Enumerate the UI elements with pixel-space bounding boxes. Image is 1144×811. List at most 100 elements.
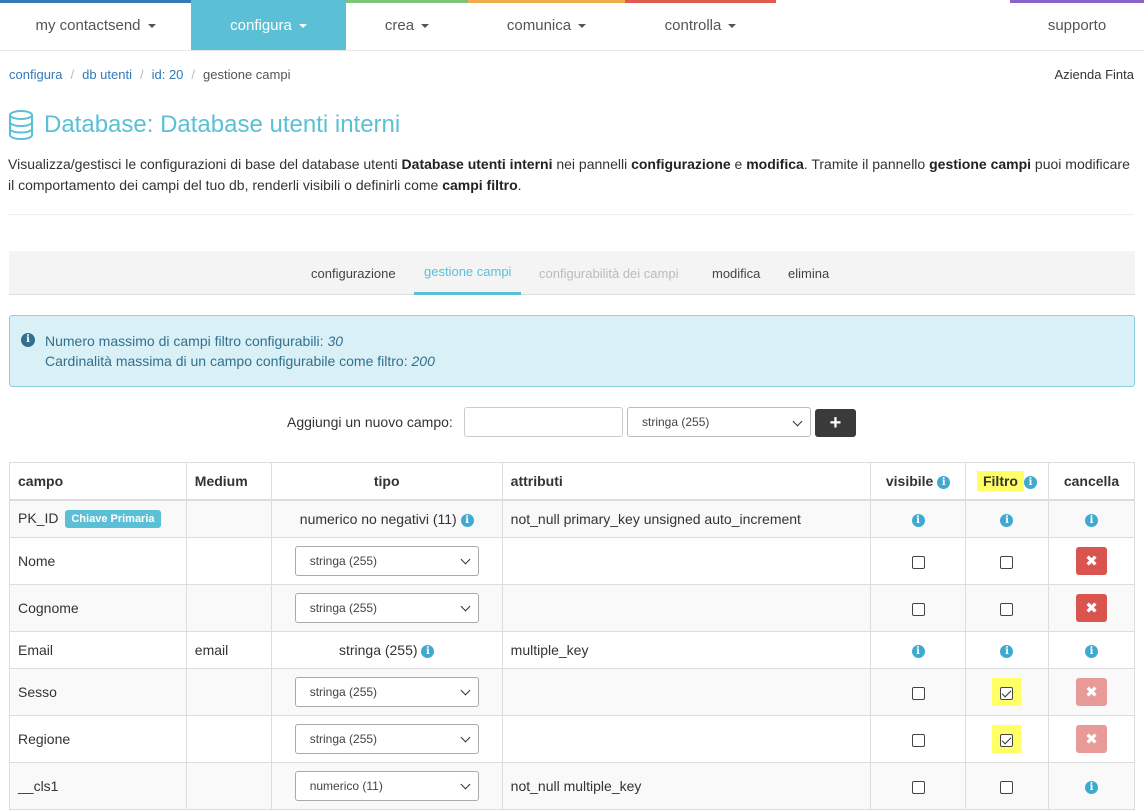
cell-cancella: i: [1047, 631, 1136, 669]
nav-label: comunica: [506, 16, 572, 34]
table-row: Regione stringa (255) ✖: [9, 715, 1136, 763]
tab-configurabilita-campi: configurabilità dei campi: [539, 265, 679, 281]
info-icon[interactable]: i: [1023, 475, 1037, 489]
cell-cancella: ✖: [1047, 537, 1136, 585]
field-type-select[interactable]: stringa (255): [294, 593, 479, 623]
info-icon[interactable]: i: [460, 513, 474, 527]
nav-color-bar: [191, 0, 346, 3]
info-icon: i: [21, 333, 35, 347]
table-row: Sesso stringa (255) ✖: [9, 668, 1136, 716]
breadcrumb-id[interactable]: id: 20: [152, 67, 184, 82]
visible-checkbox[interactable]: [911, 602, 925, 616]
col-header-tipo: tipo: [270, 462, 503, 501]
col-header-cancella: cancella: [1047, 462, 1136, 501]
info-line-max-filters: Numero massimo di campi filtro configura…: [45, 333, 343, 349]
field-type-select[interactable]: stringa (255): [294, 546, 479, 576]
caret-down-icon: [578, 24, 587, 28]
filter-checkbox[interactable]: [1000, 555, 1014, 569]
page-title: Database: Database utenti interni: [44, 111, 401, 138]
tab-configurazione[interactable]: configurazione: [311, 251, 396, 295]
cell-attributi: [501, 584, 872, 632]
delete-button-disabled: ✖: [1075, 678, 1107, 706]
tab-gestione-campi[interactable]: gestione campi: [414, 251, 522, 295]
nav-my-contactsend[interactable]: my contactsend: [0, 0, 191, 50]
col-header-campo: campo: [9, 462, 187, 501]
info-icon[interactable]: i: [1084, 644, 1098, 658]
nav-configura[interactable]: configura: [191, 0, 346, 50]
info-icon[interactable]: i: [1000, 513, 1014, 527]
desc-bold: Database utenti interni: [401, 156, 553, 172]
field-type-select[interactable]: stringa (255): [294, 724, 479, 754]
subtabs-bar: configurazione gestione campi configurab…: [9, 251, 1135, 295]
filter-highlight: [992, 678, 1022, 706]
cell-campo: PK_ID Chiave Primaria: [9, 499, 187, 538]
filter-checkbox[interactable]: [1000, 733, 1014, 747]
cell-visibile: i: [870, 499, 967, 538]
tab-elimina[interactable]: elimina: [788, 251, 829, 295]
nav-crea[interactable]: crea: [346, 0, 468, 50]
filter-checkbox[interactable]: [1000, 780, 1014, 794]
info-value: 30: [327, 333, 344, 349]
cell-tipo: stringa (255): [270, 715, 503, 763]
new-field-name-input[interactable]: [464, 407, 623, 437]
info-icon[interactable]: i: [937, 475, 951, 489]
nav-color-bar: [625, 0, 776, 3]
nav-controlla[interactable]: controlla: [625, 0, 776, 50]
cell-cancella: ✖: [1047, 715, 1136, 763]
cell-attributi: [501, 537, 872, 585]
cell-medium: [185, 584, 272, 632]
nav-label: crea: [384, 16, 415, 34]
table-row: Email email stringa (255) i multiple_key…: [9, 631, 1136, 669]
nav-color-bar: [468, 0, 625, 3]
breadcrumb-db-utenti[interactable]: db utenti: [82, 67, 132, 82]
breadcrumb-separator: /: [70, 67, 75, 82]
delete-button[interactable]: ✖: [1075, 594, 1107, 622]
nav-color-bar: [1010, 0, 1144, 3]
field-type-select[interactable]: numerico (11): [294, 771, 479, 801]
nav-supporto[interactable]: supporto: [1010, 0, 1144, 50]
tab-modifica[interactable]: modifica: [712, 251, 760, 295]
desc-bold: gestione campi: [929, 156, 1032, 172]
add-field-button[interactable]: +: [815, 409, 856, 437]
info-icon[interactable]: i: [1000, 644, 1014, 658]
cell-cancella: i: [1047, 762, 1136, 810]
info-icon[interactable]: i: [1084, 513, 1098, 527]
visible-checkbox[interactable]: [911, 686, 925, 700]
visible-checkbox[interactable]: [911, 733, 925, 747]
cell-filtro: i: [965, 631, 1049, 669]
delete-button[interactable]: ✖: [1075, 547, 1107, 575]
field-type-select[interactable]: stringa (255): [294, 677, 479, 707]
info-icon[interactable]: i: [1084, 780, 1098, 794]
select-value: stringa (255): [642, 415, 710, 429]
cell-visibile: [870, 584, 967, 632]
cell-attributi: multiple_key: [501, 631, 872, 669]
select-value: stringa (255): [309, 732, 378, 746]
info-icon[interactable]: i: [911, 513, 925, 527]
close-icon: ✖: [1085, 684, 1098, 701]
cell-campo: Cognome: [9, 584, 187, 632]
new-field-type-select[interactable]: stringa (255): [627, 407, 811, 437]
info-icon[interactable]: i: [911, 644, 925, 658]
cell-medium: [185, 537, 272, 585]
caret-down-icon: [298, 24, 307, 28]
plus-icon: +: [829, 411, 842, 434]
cell-tipo: numerico no negativi (11) i: [270, 499, 503, 538]
visible-checkbox[interactable]: [911, 555, 925, 569]
visible-checkbox[interactable]: [911, 780, 925, 794]
chevron-down-icon: [460, 601, 471, 612]
nav-color-bar: [346, 0, 468, 3]
filter-checkbox[interactable]: [1000, 686, 1014, 700]
col-header-attributi: attributi: [501, 462, 872, 501]
desc-text: . Tramite il pannello: [803, 156, 930, 172]
primary-key-badge: Chiave Primaria: [65, 509, 161, 528]
cell-tipo: stringa (255): [270, 584, 503, 632]
cell-filtro: [965, 584, 1049, 632]
table-row: PK_ID Chiave Primaria numerico no negati…: [9, 499, 1136, 538]
breadcrumb-configura[interactable]: configura: [9, 67, 62, 82]
filter-checkbox[interactable]: [1000, 602, 1014, 616]
col-header-visibile: visibile i: [870, 462, 967, 501]
nav-comunica[interactable]: comunica: [468, 0, 625, 50]
cell-attributi: not_null multiple_key: [501, 762, 872, 810]
info-icon[interactable]: i: [421, 644, 435, 658]
cell-filtro: i: [965, 499, 1049, 538]
